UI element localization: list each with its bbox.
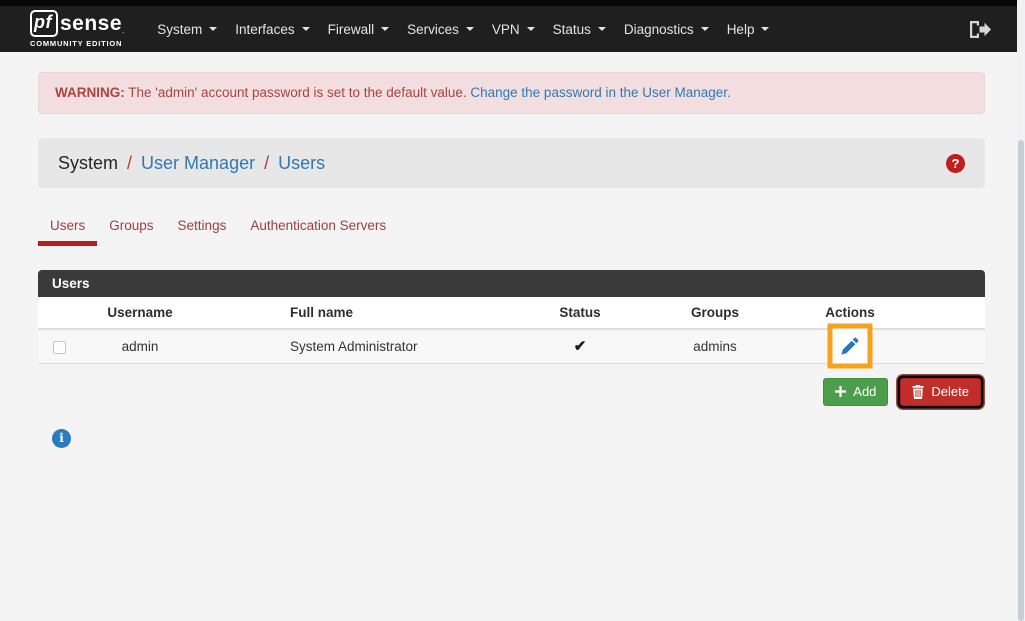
header-groups: Groups <box>640 297 790 329</box>
nav-item-label: Diagnostics <box>624 22 694 37</box>
header-fullname: Full name <box>200 297 520 329</box>
panel-title: Users <box>38 270 985 297</box>
logo-sense-text: sense <box>60 12 122 36</box>
pfsense-logo-main: pf sense . <box>30 10 124 37</box>
breadcrumb-link-users[interactable]: Users <box>278 153 325 174</box>
edit-user-button[interactable] <box>842 338 859 355</box>
cell-actions <box>790 329 910 363</box>
tab-label: Groups <box>109 218 153 233</box>
cell-username: admin <box>80 329 200 363</box>
header-select <box>38 297 80 329</box>
tab-groups[interactable]: Groups <box>97 208 165 246</box>
info-icon[interactable]: i <box>52 429 71 448</box>
cell-filler <box>910 329 985 363</box>
pencil-icon <box>842 338 859 355</box>
logo-trademark-dot: . <box>122 26 124 35</box>
row-checkbox[interactable] <box>53 341 66 354</box>
chevron-down-icon <box>761 27 769 31</box>
nav-item-services[interactable]: Services <box>398 13 483 46</box>
header-filler <box>910 297 985 329</box>
nav-item-status[interactable]: Status <box>544 13 615 46</box>
logo-edition-text: COMMUNITY EDITION <box>30 39 124 48</box>
tab-label: Settings <box>178 218 227 233</box>
header-status: Status <box>520 297 640 329</box>
help-icon[interactable]: ? <box>946 154 965 173</box>
nav-item-label: Help <box>727 22 755 37</box>
navbar-menu: System Interfaces Firewall Services VPN … <box>148 13 778 46</box>
nav-item-label: Status <box>553 22 591 37</box>
logout-button[interactable] <box>970 21 991 38</box>
chevron-down-icon <box>381 27 389 31</box>
trash-icon <box>912 385 924 399</box>
nav-item-label: Services <box>407 22 459 37</box>
tab-bar: Users Groups Settings Authentication Ser… <box>38 208 985 246</box>
cell-fullname: System Administrator <box>200 329 520 363</box>
add-button-label: Add <box>853 384 876 399</box>
cell-select <box>38 329 80 363</box>
help-glyph: ? <box>952 156 960 171</box>
action-button-row: Add Delete <box>38 377 985 407</box>
tab-users[interactable]: Users <box>38 208 97 246</box>
chevron-down-icon <box>466 27 474 31</box>
scrollbar-track[interactable] <box>1017 0 1025 621</box>
check-icon: ✔ <box>574 338 587 355</box>
breadcrumb-section: System <box>58 153 118 174</box>
warning-text: The 'admin' account password is set to t… <box>128 85 466 100</box>
add-user-button[interactable]: Add <box>823 378 888 406</box>
annotation-highlight-box <box>828 324 873 369</box>
pfsense-logo[interactable]: pf sense . COMMUNITY EDITION <box>30 10 124 48</box>
nav-item-interfaces[interactable]: Interfaces <box>226 13 318 46</box>
breadcrumb-link-user-manager[interactable]: User Manager <box>141 153 255 174</box>
chevron-down-icon <box>302 27 310 31</box>
nav-item-system[interactable]: System <box>148 13 226 46</box>
tab-authentication-servers[interactable]: Authentication Servers <box>238 208 398 246</box>
chevron-down-icon <box>209 27 217 31</box>
tab-settings[interactable]: Settings <box>166 208 239 246</box>
info-glyph: i <box>59 431 64 445</box>
nav-item-vpn[interactable]: VPN <box>483 13 544 46</box>
change-password-link[interactable]: Change the password in the User Manager. <box>470 85 730 100</box>
logo-pf-badge: pf <box>30 10 58 37</box>
plus-icon <box>835 386 846 397</box>
chevron-down-icon <box>527 27 535 31</box>
nav-item-label: Interfaces <box>235 22 294 37</box>
table-row: admin System Administrator ✔ admins <box>38 329 985 363</box>
nav-item-label: Firewall <box>328 22 375 37</box>
breadcrumb-separator: / <box>264 153 269 174</box>
tab-label: Authentication Servers <box>250 218 386 233</box>
warning-prefix: WARNING: <box>55 85 125 100</box>
breadcrumb-separator: / <box>127 153 132 174</box>
tab-label: Users <box>50 218 85 233</box>
main-content: WARNING: The 'admin' account password is… <box>38 72 985 448</box>
chevron-down-icon <box>598 27 606 31</box>
header-username: Username <box>80 297 200 329</box>
main-navbar: pf sense . COMMUNITY EDITION System Inte… <box>0 6 1017 52</box>
nav-item-label: System <box>157 22 202 37</box>
nav-item-help[interactable]: Help <box>718 13 779 46</box>
sign-out-icon <box>970 21 991 38</box>
cell-status: ✔ <box>520 329 640 363</box>
cell-groups: admins <box>640 329 790 363</box>
users-table: Username Full name Status Groups Actions… <box>38 297 985 364</box>
nav-item-diagnostics[interactable]: Diagnostics <box>615 13 718 46</box>
nav-item-label: VPN <box>492 22 520 37</box>
chevron-down-icon <box>701 27 709 31</box>
users-panel: Users Username Full name Status Groups A… <box>38 270 985 364</box>
page: pf sense . COMMUNITY EDITION System Inte… <box>0 0 1017 448</box>
delete-button-label: Delete <box>931 384 969 399</box>
delete-user-button[interactable]: Delete <box>900 378 981 406</box>
scrollbar-thumb[interactable] <box>1018 140 1024 621</box>
breadcrumb: System / User Manager / Users ? <box>38 138 985 188</box>
nav-item-firewall[interactable]: Firewall <box>319 13 399 46</box>
default-password-warning-banner: WARNING: The 'admin' account password is… <box>38 72 985 114</box>
